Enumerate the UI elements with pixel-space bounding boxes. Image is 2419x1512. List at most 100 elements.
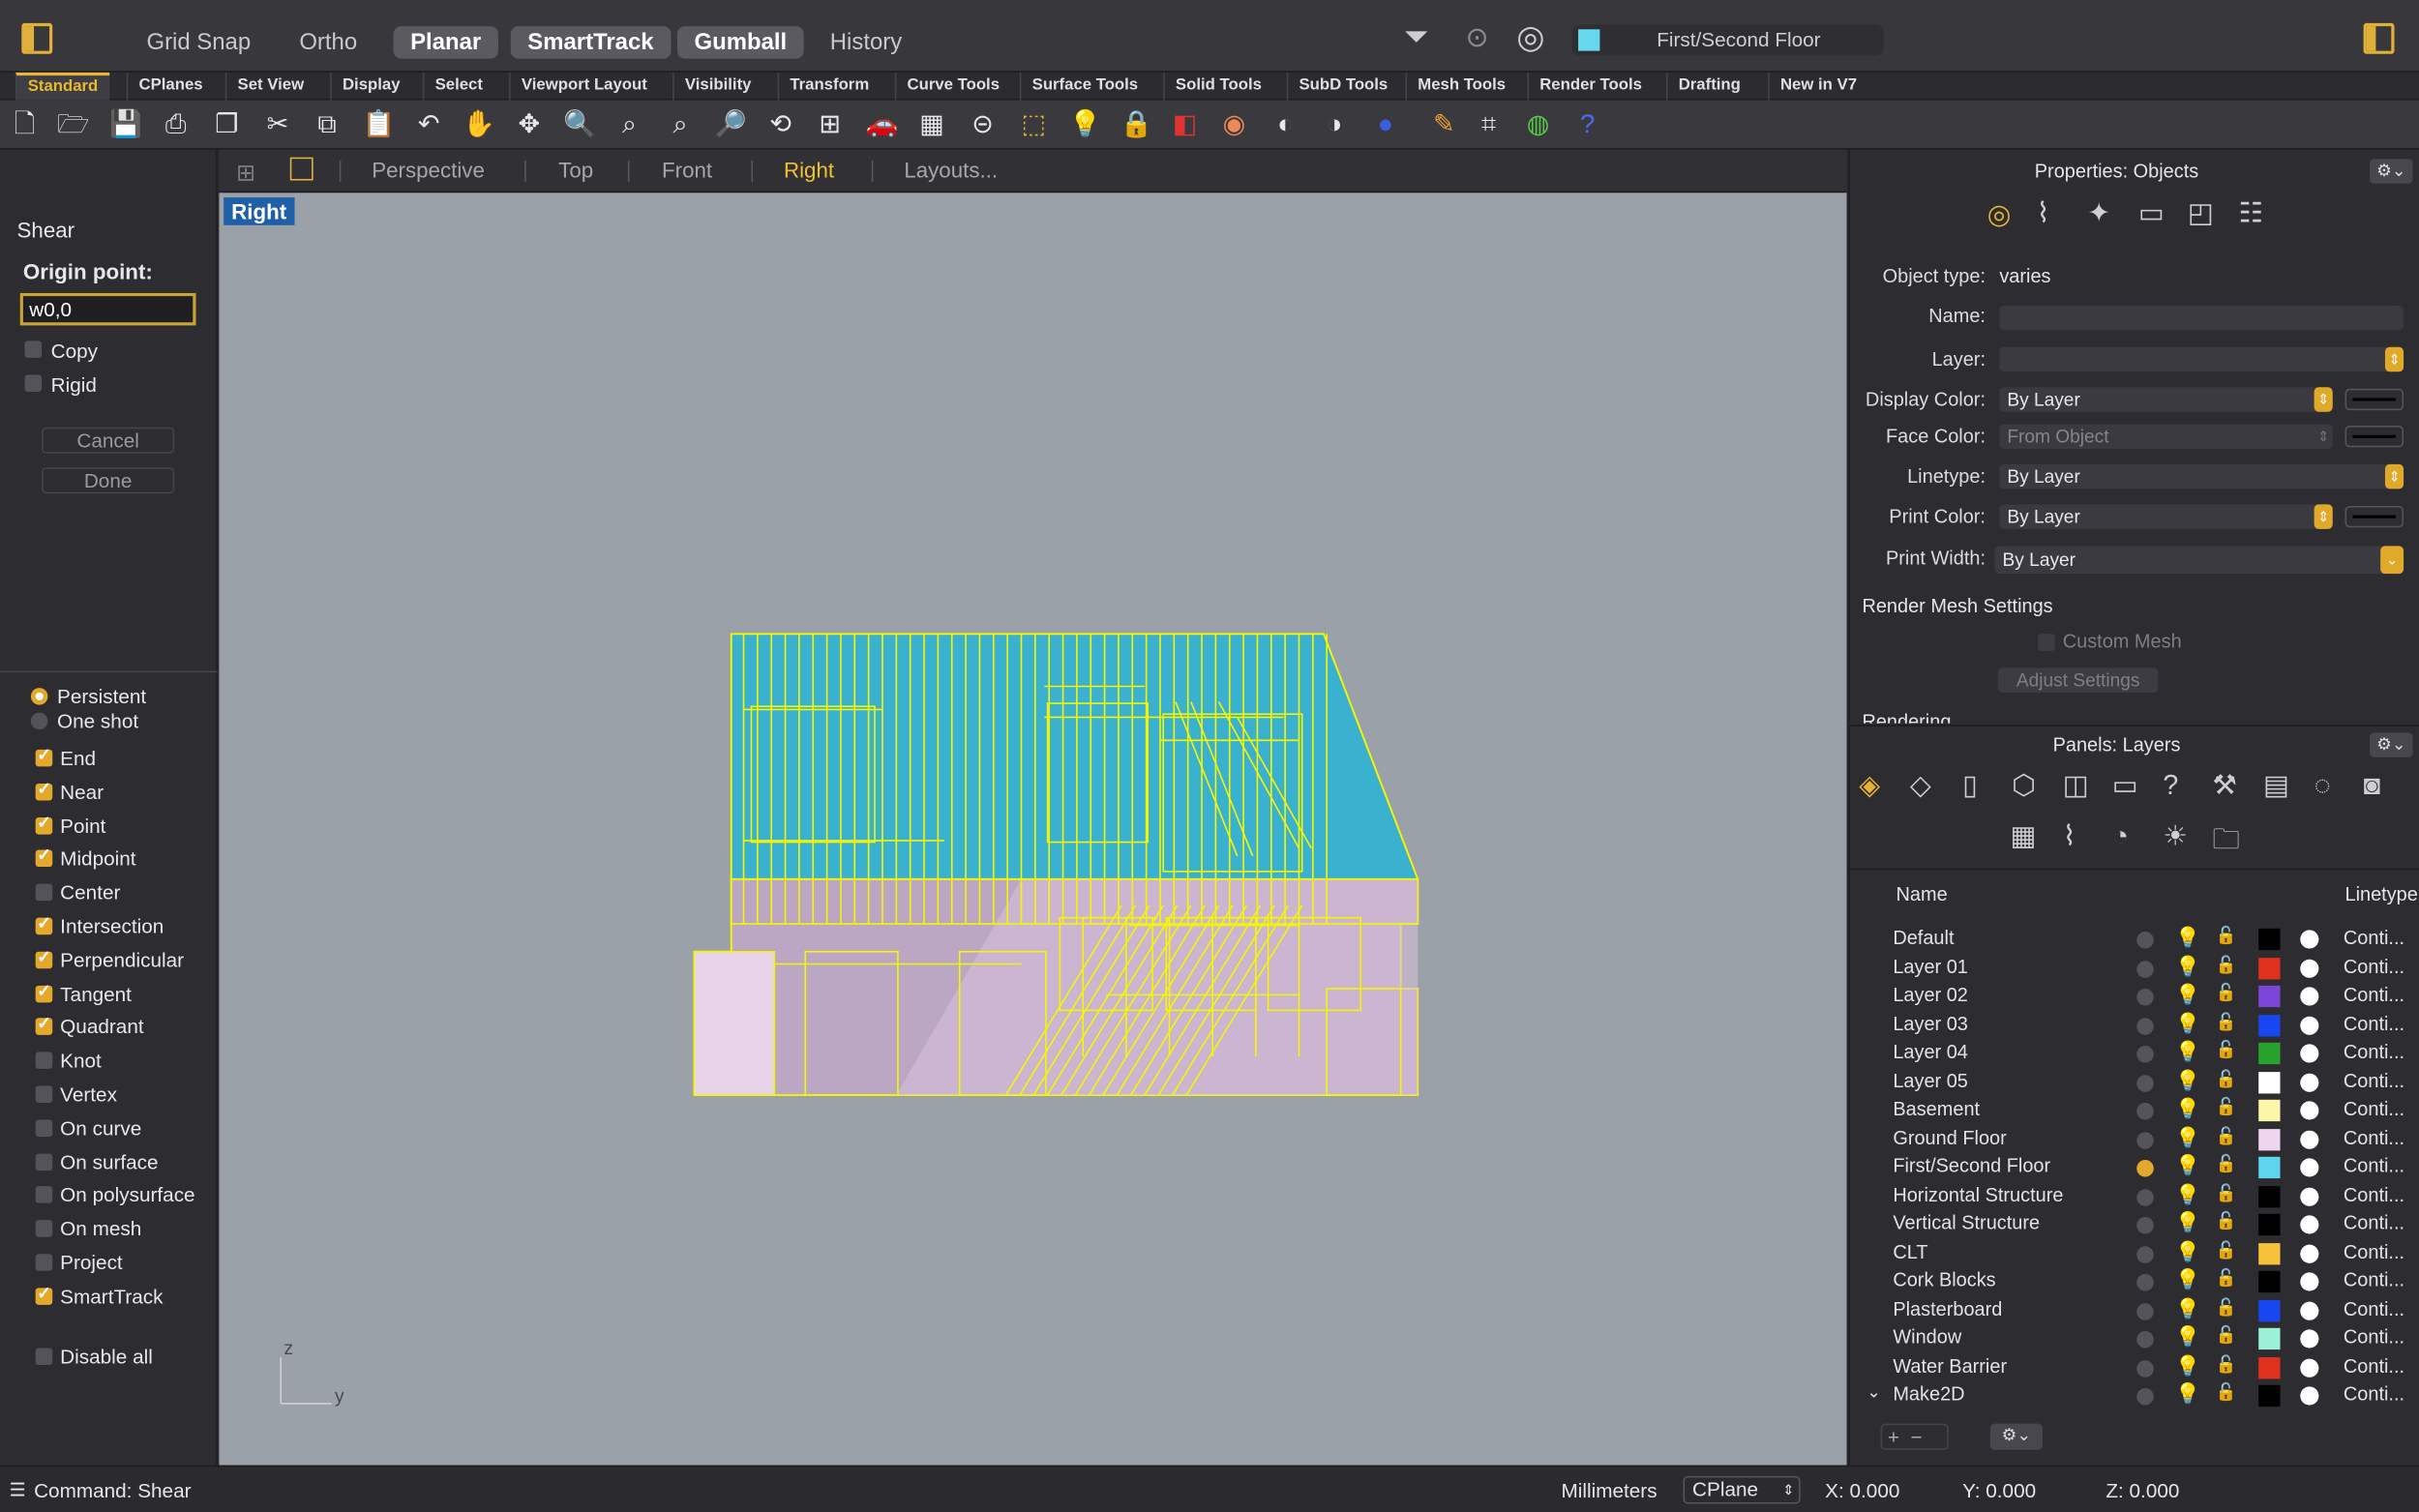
document-icon[interactable]: ▯ — [1962, 770, 1978, 802]
paste-icon[interactable]: 📋 — [363, 109, 396, 140]
layer-row[interactable]: Layer 03 💡 🔓 Conti... — [1850, 1010, 2419, 1038]
material-circle-icon[interactable] — [2300, 1044, 2319, 1063]
material-sphere-icon[interactable]: ● — [1370, 109, 1401, 140]
zoom-icon[interactable]: 🔍 — [563, 109, 596, 140]
done-button[interactable]: Done — [42, 467, 175, 494]
material-circle-icon[interactable] — [2300, 1300, 2319, 1320]
light-bulb-icon[interactable]: 💡 — [2175, 954, 2200, 979]
layer-linetype[interactable]: Conti... — [2344, 1013, 2404, 1034]
cancel-button[interactable]: Cancel — [42, 427, 175, 454]
right-viewport[interactable]: Right z y — [219, 193, 1847, 1466]
layer-name[interactable]: Vertical Structure — [1893, 1212, 2040, 1233]
layer-color-swatch[interactable] — [2258, 1185, 2281, 1207]
light-bulb-icon[interactable]: 💡 — [2175, 1040, 2200, 1065]
layer-row[interactable]: Cork Blocks 💡 🔓 Conti... — [1850, 1266, 2419, 1294]
ortho-toggle[interactable]: Ortho — [283, 26, 374, 58]
layer-name[interactable]: Plasterboard — [1893, 1298, 2002, 1319]
attributes-props-icon[interactable]: ☷ — [2238, 197, 2263, 229]
rotate-view-icon[interactable]: ✥ — [514, 109, 545, 140]
layer-color-swatch[interactable] — [2258, 1356, 2281, 1379]
face-color-select[interactable]: From Object ⇕ — [1999, 424, 2333, 449]
current-layer-indicator[interactable] — [2136, 1046, 2154, 1063]
osnap-vertex-checkbox[interactable] — [35, 1085, 53, 1103]
layer-name[interactable]: Layer 05 — [1893, 1070, 1968, 1091]
decal-props-icon[interactable]: ▭ — [2138, 197, 2165, 229]
grid-panel-icon[interactable]: ▦ — [2011, 820, 2037, 852]
tab-viewport-layout[interactable]: Viewport Layout — [509, 72, 658, 101]
command-history-icon[interactable]: ☰ — [10, 1479, 26, 1500]
camera-icon[interactable]: ◙ — [2364, 770, 2380, 802]
osnap-quadrant-checkbox[interactable] — [35, 1014, 53, 1036]
color-wheel-icon[interactable]: ◉ — [1219, 109, 1250, 140]
layer-color-swatch[interactable] — [2258, 1156, 2281, 1179]
layer-linetype[interactable]: Conti... — [2344, 1070, 2404, 1091]
layer-linetype[interactable]: Conti... — [2344, 984, 2404, 1005]
help-panel-icon[interactable]: ? — [2163, 770, 2178, 802]
layer-row[interactable]: Vertical Structure 💡 🔓 Conti... — [1850, 1209, 2419, 1237]
pencil-icon[interactable]: ✎ — [1428, 109, 1459, 140]
layer-row[interactable]: Basement 💡 🔓 Conti... — [1850, 1095, 2419, 1123]
properties-gear-icon[interactable]: ⚙⌄ — [2369, 159, 2413, 184]
grid-icon[interactable]: ▦ — [916, 109, 947, 140]
layer-name[interactable]: Make2D — [1893, 1383, 1964, 1405]
tab-surface-tools[interactable]: Surface Tools — [1019, 72, 1149, 101]
layer-name[interactable]: Cork Blocks — [1893, 1269, 1995, 1290]
undo-icon[interactable]: ↶ — [413, 109, 444, 140]
current-layer-indicator[interactable] — [2136, 1216, 2154, 1234]
layer-name[interactable]: Layer 01 — [1893, 956, 1968, 977]
current-layer-indicator[interactable] — [2136, 1359, 2154, 1378]
copy-checkbox[interactable] — [24, 341, 43, 358]
select-points-icon[interactable]: ⊝ — [968, 109, 999, 140]
osnap-project-checkbox[interactable] — [35, 1254, 53, 1271]
zoom-extents-icon[interactable]: ⌕ — [665, 109, 696, 140]
tab-set-view[interactable]: Set View — [224, 72, 314, 101]
print-width-select[interactable]: By Layer ⌄ — [1994, 546, 2404, 575]
dimension-icon[interactable]: ⌗ — [1474, 109, 1505, 140]
material-circle-icon[interactable] — [2300, 1101, 2319, 1120]
osnap-near-checkbox[interactable] — [35, 779, 53, 801]
tab-cplanes[interactable]: CPlanes — [126, 72, 214, 101]
osnap-on-mesh-checkbox[interactable] — [35, 1220, 53, 1238]
layer-row[interactable]: Ground Floor 💡 🔓 Conti... — [1850, 1124, 2419, 1152]
layer-linetype[interactable]: Conti... — [2344, 1212, 2404, 1233]
layer-name[interactable]: CLT — [1893, 1241, 1927, 1262]
layer-color-swatch[interactable] — [2258, 985, 2281, 1008]
light-bulb-icon[interactable]: 💡 — [2175, 1268, 2200, 1293]
light-bulb-icon[interactable]: 💡 — [2175, 1353, 2200, 1379]
current-layer-indicator[interactable] — [2136, 1188, 2154, 1206]
layer-name[interactable]: Layer 04 — [1893, 1041, 1968, 1062]
light-bulb-icon[interactable]: 💡 — [2175, 926, 2200, 951]
left-sidebar-toggle-icon[interactable] — [21, 22, 53, 54]
lock-icon[interactable]: 🔓 — [2216, 1097, 2237, 1116]
material-circle-icon[interactable] — [2300, 1215, 2319, 1234]
osnap-midpoint-checkbox[interactable] — [35, 845, 53, 868]
layer-linetype[interactable]: Conti... — [2344, 1184, 2404, 1205]
tab-right[interactable]: Right — [784, 158, 834, 183]
layer-color-swatch[interactable] — [2258, 1042, 2281, 1065]
tab-layouts[interactable]: Layouts... — [904, 158, 998, 183]
record-icon[interactable]: ◎ — [1516, 18, 1544, 57]
display-color-swatch[interactable] — [2344, 388, 2404, 411]
material-circle-icon[interactable] — [2300, 1186, 2319, 1206]
four-view-icon[interactable]: ⊞ — [236, 159, 255, 187]
current-layer-indicator[interactable] — [2136, 1102, 2154, 1120]
linetype-select[interactable]: By Layer ⇕ — [1999, 463, 2404, 489]
persistent-radio[interactable] — [30, 688, 48, 705]
layer-name[interactable]: Layer 02 — [1893, 984, 1968, 1005]
layer-row[interactable]: Water Barrier 💡 🔓 Conti... — [1850, 1351, 2419, 1379]
layer-color-swatch[interactable] — [2258, 1270, 2281, 1293]
osnap-end-checkbox[interactable] — [35, 745, 53, 767]
display-icon[interactable]: ▭ — [2112, 770, 2138, 802]
lock-icon[interactable]: 🔓 — [2216, 1011, 2237, 1031]
layer-row[interactable]: CLT 💡 🔓 Conti... — [1850, 1238, 2419, 1266]
lock-icon[interactable]: 🔓 — [2216, 983, 2237, 1002]
current-layer-selector[interactable]: First/Second Floor — [1571, 24, 1884, 56]
osnap-intersection-checkbox[interactable] — [35, 913, 53, 935]
osnap-knot-checkbox[interactable] — [35, 1052, 53, 1070]
tab-visibility[interactable]: Visibility — [672, 72, 762, 101]
units-label[interactable]: Millimeters — [1562, 1479, 1657, 1502]
osnap-icon[interactable]: ⊙ — [1466, 21, 1489, 53]
light-bulb-icon[interactable]: 💡 — [2175, 1211, 2200, 1236]
pan-hand-icon[interactable]: ✋ — [463, 109, 495, 140]
layer-name[interactable]: Basement — [1893, 1098, 1980, 1119]
